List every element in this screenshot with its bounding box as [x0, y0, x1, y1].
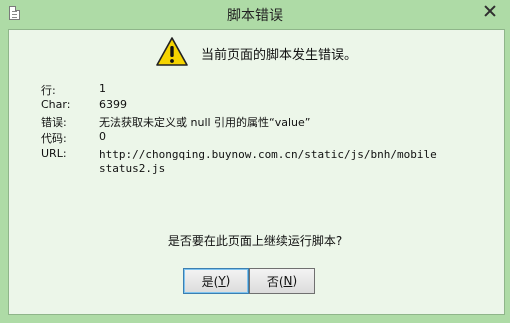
line-value: 1 [99, 82, 106, 95]
warning-icon [156, 37, 188, 66]
yes-button-accesskey: Y [218, 274, 226, 288]
char-value: 6399 [99, 98, 127, 111]
script-error-dialog: 脚本错误 当前页面的脚本发生错误。 行: 1 Char: 6399 错误: 无法… [0, 0, 510, 323]
code-label: 代码: [41, 132, 67, 145]
char-label: Char: [41, 98, 71, 111]
window-title: 脚本错误 [227, 8, 283, 24]
yes-button-label: 是( [201, 274, 219, 289]
code-value: 0 [99, 130, 106, 143]
close-icon[interactable] [471, 0, 507, 21]
yes-button-label-end: ) [225, 274, 231, 288]
line-label: 行: [41, 84, 56, 97]
error-value: 无法获取未定义或 null 引用的属性“value” [99, 116, 311, 129]
error-heading: 当前页面的脚本发生错误。 [201, 48, 358, 63]
url-value: http://chongqing.buynow.com.cn/static/js… [99, 148, 437, 175]
no-button-label-end: ) [292, 274, 298, 288]
url-label: URL: [41, 147, 67, 160]
continue-question: 是否要在此页面上继续运行脚本? [167, 234, 343, 248]
error-label: 错误: [41, 116, 67, 129]
no-button[interactable]: 否(N) [249, 268, 315, 294]
yes-button[interactable]: 是(Y) [183, 268, 249, 294]
no-button-accesskey: N [283, 274, 293, 288]
no-button-label: 否( [266, 274, 284, 289]
title-bar[interactable]: 脚本错误 [0, 0, 510, 29]
